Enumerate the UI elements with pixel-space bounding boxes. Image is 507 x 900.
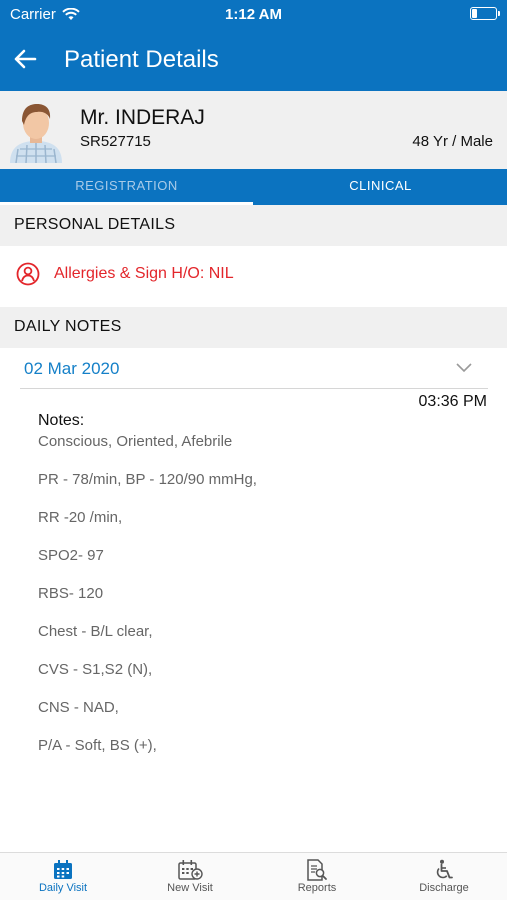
calendar-add-icon	[178, 860, 203, 880]
tab-daily-visit[interactable]: Daily Visit	[0, 853, 126, 900]
tab-new-visit[interactable]: New Visit	[127, 853, 253, 900]
note-line: P/A - Soft, BS (+),	[38, 737, 157, 754]
tab-discharge-label: Discharge	[419, 882, 469, 894]
personal-details-title: PERSONAL DETAILS	[14, 216, 176, 233]
patient-avatar	[10, 104, 62, 163]
arrow-left-icon	[14, 49, 37, 69]
personal-details-header: PERSONAL DETAILS	[0, 205, 507, 246]
app-header: Carrier 1:12 AM Patient Details	[0, 0, 507, 91]
back-button[interactable]	[10, 44, 40, 74]
patient-id: SR527715	[80, 133, 151, 150]
patient-name: Mr. INDERAJ	[80, 106, 205, 129]
person-alert-icon	[16, 262, 40, 286]
note-line: SPO2- 97	[38, 547, 104, 564]
wheelchair-icon	[436, 859, 453, 879]
patient-summary: Mr. INDERAJ SR527715 48 Yr / Male	[0, 91, 507, 169]
tab-reports-label: Reports	[297, 882, 337, 894]
note-line: RBS- 120	[38, 585, 104, 602]
note-line: PR - 78/min, BP - 120/90 mmHg,	[38, 471, 257, 488]
note-line: Chest - B/L clear,	[38, 623, 153, 640]
bottom-tab-bar: Daily Visit New Visit Reports Discharge	[0, 852, 507, 900]
notes-label: Notes:	[38, 412, 85, 429]
tab-daily-visit-label: Daily Visit	[38, 882, 88, 894]
tab-reports[interactable]: Reports	[254, 853, 380, 900]
note-line: CVS - S1,S2 (N),	[38, 661, 153, 678]
page-title: Patient Details	[64, 46, 219, 73]
allergy-text: Allergies & Sign H/O: NIL	[54, 265, 234, 282]
chevron-down-icon[interactable]	[455, 362, 473, 374]
detail-tabs: REGISTRATION CLINICAL	[0, 169, 507, 205]
note-line: Conscious, Oriented, Afebrile	[38, 433, 233, 450]
tab-clinical[interactable]: CLINICAL	[254, 169, 507, 205]
battery-icon	[470, 7, 500, 20]
daily-notes-title: DAILY NOTES	[14, 318, 122, 335]
calendar-icon	[54, 860, 72, 879]
date-divider	[20, 388, 488, 389]
status-time: 1:12 AM	[225, 6, 282, 23]
note-line: CNS - NAD,	[38, 699, 119, 716]
tab-new-visit-label: New Visit	[167, 882, 213, 894]
tab-discharge[interactable]: Discharge	[381, 853, 507, 900]
status-bar: Carrier 1:12 AM	[0, 0, 507, 28]
note-line: RR -20 /min,	[38, 509, 123, 526]
daily-notes-header: DAILY NOTES	[0, 307, 507, 348]
tab-registration[interactable]: REGISTRATION	[0, 169, 253, 205]
report-search-icon	[307, 859, 327, 881]
allergy-row: Allergies & Sign H/O: NIL	[16, 262, 234, 286]
note-time: 03:36 PM	[418, 393, 487, 410]
patient-age-gender: 48 Yr / Male	[412, 133, 493, 150]
note-date[interactable]: 02 Mar 2020	[24, 359, 119, 379]
